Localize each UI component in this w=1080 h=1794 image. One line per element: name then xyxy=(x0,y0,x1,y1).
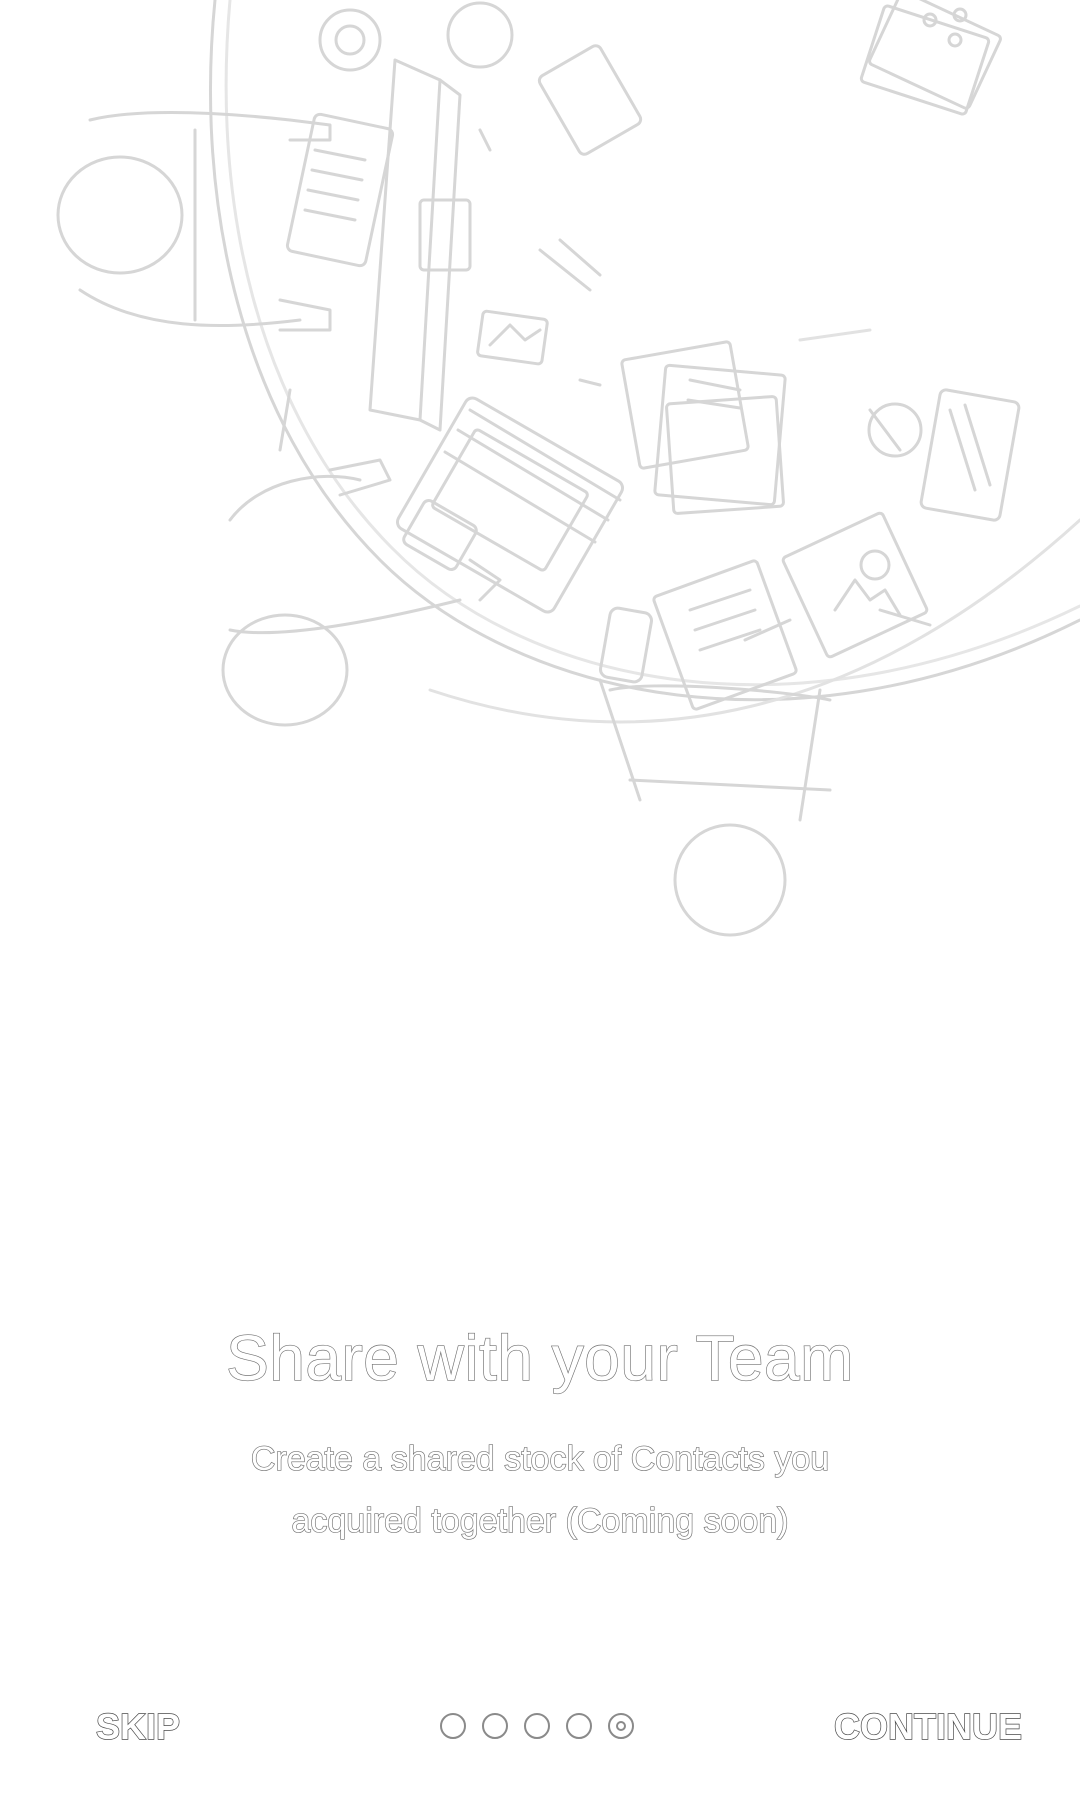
page-indicator xyxy=(440,1713,634,1743)
onboarding-screen: Share with your Team Create a shared sto… xyxy=(0,0,1080,1794)
page-dot-5-active[interactable] xyxy=(608,1713,634,1739)
onboarding-subtitle: Create a shared stock of Contacts you ac… xyxy=(180,1428,900,1552)
subtitle-line-1: Create a shared stock of Contacts you xyxy=(250,1439,830,1478)
page-dot-2[interactable] xyxy=(482,1713,508,1739)
continue-button[interactable]: CONTINUE xyxy=(833,1705,1022,1748)
page-dot-3[interactable] xyxy=(524,1713,550,1739)
page-dot-1[interactable] xyxy=(440,1713,466,1739)
subtitle-line-2: acquired together (Coming soon) xyxy=(291,1501,789,1540)
skip-button[interactable]: SKIP xyxy=(95,1705,180,1748)
page-dot-4[interactable] xyxy=(566,1713,592,1739)
onboarding-title: Share with your Team xyxy=(225,1321,854,1394)
team-desk-illustration xyxy=(0,0,1080,960)
onboarding-navigation-bar: SKIP CONTINUE xyxy=(0,1690,1080,1772)
